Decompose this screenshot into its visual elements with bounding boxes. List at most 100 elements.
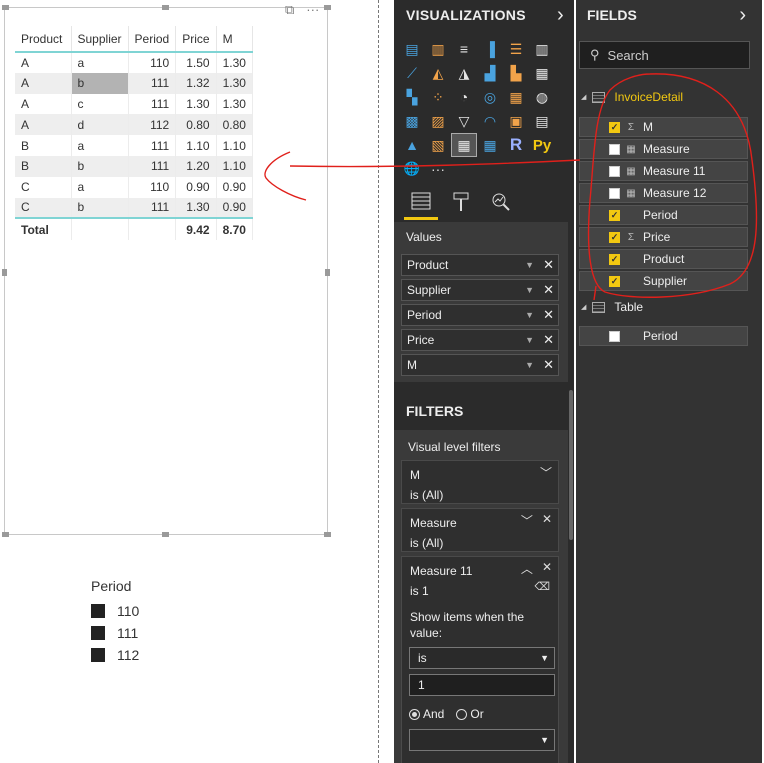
column-header-price[interactable]: Price — [175, 26, 217, 53]
line-column-icon[interactable]: ▟ — [478, 62, 502, 84]
slicer-checkbox[interactable] — [91, 604, 105, 618]
and-radio[interactable]: And — [409, 707, 444, 721]
cell-price[interactable]: 1.30 — [175, 93, 217, 115]
expand-chevron-icon[interactable]: ﹀ — [521, 512, 533, 529]
table-row[interactable]: A c 111 1.30 1.30 — [15, 93, 253, 115]
cell-supplier[interactable]: c — [71, 93, 129, 115]
checkbox-checked-icon[interactable]: ✓ — [609, 275, 620, 287]
cell-period[interactable]: 112 — [128, 114, 177, 136]
column-header-supplier[interactable]: Supplier — [71, 26, 129, 53]
remove-field-icon[interactable]: ✕ — [543, 357, 554, 373]
cell-m[interactable]: 1.10 — [216, 135, 253, 156]
cell-m[interactable]: 0.90 — [216, 197, 253, 219]
cell-m[interactable]: 0.80 — [216, 114, 253, 136]
checkbox-empty-icon[interactable] — [609, 187, 620, 199]
filter-card-measure[interactable]: Measure is (All) ﹀ ✕ — [401, 508, 559, 552]
cell-m[interactable]: 0.90 — [216, 176, 253, 198]
dropdown-arrow-icon[interactable]: ▼ — [525, 310, 534, 320]
resize-handle-tc[interactable] — [162, 5, 169, 10]
fields-search-input[interactable]: ⚲ Search — [579, 41, 750, 69]
value-field-supplier[interactable]: Supplier ▼ ✕ — [401, 279, 559, 301]
resize-handle-bc[interactable] — [162, 532, 169, 537]
field-period[interactable]: Period — [579, 326, 748, 346]
value-field-m[interactable]: M ▼ ✕ — [401, 354, 559, 376]
table-icon[interactable]: ▦ — [451, 133, 477, 157]
filled-map-icon[interactable]: ▩ — [400, 110, 424, 132]
python-visual-icon[interactable]: Py — [530, 134, 554, 156]
column-header-m[interactable]: M — [216, 26, 253, 53]
kpi-icon[interactable]: ▲ — [400, 134, 424, 156]
cell-period[interactable]: 111 — [128, 135, 177, 156]
table-node-invoicedetail[interactable]: ◢ InvoiceDetail — [581, 90, 683, 104]
line-chart-icon[interactable]: ⟋ — [400, 62, 424, 84]
stacked-bar-icon[interactable]: ▤ — [400, 38, 424, 60]
table-row[interactable]: A b 111 1.32 1.30 — [15, 72, 253, 94]
dropdown-arrow-icon[interactable]: ▼ — [525, 335, 534, 345]
clustered-bar-icon[interactable]: ≡ — [452, 38, 476, 60]
cell-period[interactable]: 111 — [128, 197, 177, 219]
filter-card-m[interactable]: M is (All) ﹀ — [401, 460, 559, 504]
slicer-item[interactable]: 110 — [91, 600, 139, 622]
field-supplier[interactable]: ✓ Supplier — [579, 271, 748, 291]
cell-product[interactable]: B — [15, 135, 72, 156]
cell-product[interactable]: B — [15, 155, 72, 177]
cell-price[interactable]: 1.10 — [175, 135, 217, 156]
table-row[interactable]: B b 111 1.20 1.10 — [15, 155, 253, 177]
cell-supplier[interactable]: b — [71, 197, 129, 219]
value-field-period[interactable]: Period ▼ ✕ — [401, 304, 559, 326]
cell-product[interactable]: A — [15, 114, 72, 136]
remove-field-icon[interactable]: ✕ — [543, 307, 554, 323]
cell-supplier[interactable]: b — [71, 155, 129, 177]
cell-m[interactable]: 1.30 — [216, 93, 253, 115]
funnel-icon[interactable]: ▽ — [452, 110, 476, 132]
field-measure[interactable]: ▦ Measure — [579, 139, 748, 159]
cell-period[interactable]: 110 — [128, 176, 177, 198]
cell-price[interactable]: 1.50 — [175, 52, 217, 73]
more-options-icon[interactable]: ··· — [306, 2, 319, 18]
cell-supplier[interactable]: a — [71, 52, 129, 73]
dropdown-arrow-icon[interactable]: ▼ — [525, 360, 534, 370]
r-visual-icon[interactable]: R — [504, 134, 528, 156]
scrollbar-thumb[interactable] — [569, 390, 573, 540]
cell-supplier[interactable]: d — [71, 114, 129, 136]
cell-supplier[interactable]: a — [71, 135, 129, 156]
format-paint-icon[interactable] — [444, 184, 478, 220]
donut-icon[interactable]: ◎ — [478, 86, 502, 108]
100-column-icon[interactable]: ▥ — [530, 38, 554, 60]
or-radio[interactable]: Or — [456, 707, 484, 721]
area-chart-icon[interactable]: ◭ — [426, 62, 450, 84]
cell-m[interactable]: 1.30 — [216, 52, 253, 73]
checkbox-checked-icon[interactable]: ✓ — [609, 231, 620, 243]
collapse-chevron-icon[interactable]: ︿ — [521, 560, 533, 577]
eraser-icon[interactable]: ⌫ — [534, 580, 550, 593]
cell-price[interactable]: 1.32 — [175, 72, 217, 94]
table-visual[interactable]: ⧉ ··· Product Supplier Period Price M A … — [2, 2, 331, 537]
fields-scrollbar[interactable] — [754, 0, 762, 763]
clustered-column-icon[interactable]: ▐ — [478, 38, 502, 60]
cell-period[interactable]: 111 — [128, 155, 177, 177]
filter-card-measure-11[interactable]: Measure 11 is 1 ︿ ✕ ⌫ Show items when the… — [401, 556, 559, 763]
field-measure-11[interactable]: ▦ Measure 11 — [579, 161, 748, 181]
collapse-chevron-icon[interactable]: › — [739, 4, 746, 27]
field-product[interactable]: ✓ Product — [579, 249, 748, 269]
field-m[interactable]: ✓ Σ M — [579, 117, 748, 137]
field-price[interactable]: ✓ Σ Price — [579, 227, 748, 247]
cell-price[interactable]: 0.90 — [175, 176, 217, 198]
dropdown-arrow-icon[interactable]: ▼ — [525, 285, 534, 295]
slicer-checkbox[interactable] — [91, 626, 105, 640]
gauge-icon[interactable]: ◠ — [478, 110, 502, 132]
matrix-icon[interactable]: ▦ — [478, 134, 502, 156]
cell-product[interactable]: C — [15, 176, 72, 198]
100-bar-icon[interactable]: ☰ — [504, 38, 528, 60]
operator-dropdown[interactable]: is ▼ — [409, 647, 555, 669]
table-node-table[interactable]: ◢ Table — [581, 300, 643, 314]
checkbox-empty-icon[interactable] — [609, 165, 620, 177]
column-header-period[interactable]: Period — [128, 26, 177, 53]
cell-supplier[interactable]: a — [71, 176, 129, 198]
cell-supplier-selected[interactable]: b — [71, 72, 129, 94]
slicer-checkbox[interactable] — [91, 648, 105, 662]
resize-handle-mr[interactable] — [325, 269, 330, 276]
treemap-icon[interactable]: ▦ — [504, 86, 528, 108]
cell-product[interactable]: A — [15, 93, 72, 115]
cell-m[interactable]: 1.10 — [216, 155, 253, 177]
